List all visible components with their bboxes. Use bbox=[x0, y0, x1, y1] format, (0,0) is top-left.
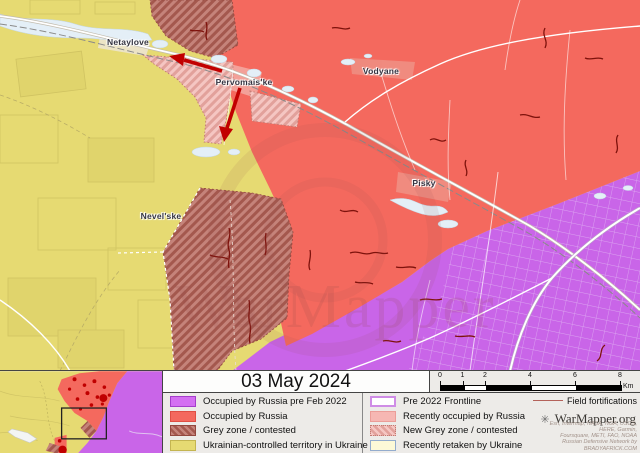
legend-column-meta: Field fortifications ✳ WarMapper.org Esr… bbox=[538, 393, 640, 453]
legend-item-pre2022: Occupied by Russia pre Feb 2022 bbox=[163, 396, 362, 407]
legend-label: New Grey zone / contested bbox=[403, 425, 518, 436]
overview-inset-map bbox=[0, 371, 163, 453]
place-label-pervomaiske: Pervomais'ke bbox=[216, 77, 273, 87]
attribution-line: Russian Defensive Network by BRADYAFRICK… bbox=[538, 439, 637, 452]
legend-swatch-pre2022 bbox=[170, 396, 196, 407]
legend-label: Recently retaken by Ukraine bbox=[403, 440, 522, 451]
date-box: 03 May 2024 bbox=[163, 371, 430, 393]
scale-bar: 0 1 2 4 6 8 Km bbox=[430, 371, 640, 393]
legend-item-frontline: Pre 2022 Frontline bbox=[363, 396, 538, 407]
map-canvas[interactable]: Netaylove Pervomais'ke Vodyane Pisky Nev… bbox=[0, 0, 640, 371]
legend-panel: 03 May 2024 0 1 2 4 6 8 bbox=[0, 370, 640, 453]
legend-column-right: Pre 2022 Frontline Recently occupied by … bbox=[362, 393, 538, 453]
scale-tick: 1 bbox=[461, 372, 465, 379]
legend-label: Occupied by Russia bbox=[203, 411, 287, 422]
legend-swatch-occupied bbox=[170, 411, 196, 422]
legend-column-left: Occupied by Russia pre Feb 2022 Occupied… bbox=[163, 393, 362, 453]
legend-item-new-greyzone: New Grey zone / contested bbox=[363, 425, 538, 436]
legend-label: Pre 2022 Frontline bbox=[403, 396, 481, 407]
scale-tick: 2 bbox=[483, 372, 487, 379]
legend-swatch-retaken bbox=[370, 440, 396, 451]
scale-tick: 0 bbox=[438, 372, 442, 379]
legend-swatch-frontline bbox=[370, 396, 396, 407]
legend-item-fortifications: Field fortifications bbox=[538, 393, 640, 408]
place-label-netaylove: Netaylove bbox=[107, 37, 149, 47]
legend-item-recently-occupied: Recently occupied by Russia bbox=[363, 411, 538, 422]
legend-swatch-ukraine bbox=[170, 440, 196, 451]
place-label-nevelske: Nevel'ske bbox=[141, 211, 182, 221]
legend-label: Occupied by Russia pre Feb 2022 bbox=[203, 396, 347, 407]
warmapper-screenshot: Netaylove Pervomais'ke Vodyane Pisky Nev… bbox=[0, 0, 640, 453]
place-label-vodyane: Vodyane bbox=[363, 66, 399, 76]
legend-item-greyzone: Grey zone / contested bbox=[163, 425, 362, 436]
legend-swatch-recently-occupied bbox=[370, 411, 396, 422]
legend-item-ukraine: Ukrainian-controlled territory in Ukrain… bbox=[163, 440, 362, 451]
legend-label: Recently occupied by Russia bbox=[403, 411, 525, 422]
scale-tick: 8 bbox=[618, 372, 622, 379]
scale-tick: 6 bbox=[573, 372, 577, 379]
attribution-text: Esri, Intermap, NASA, NGA, USGS, HERE, G… bbox=[538, 421, 637, 452]
legend-item-occupied: Occupied by Russia bbox=[163, 411, 362, 422]
legend-label: Grey zone / contested bbox=[203, 425, 296, 436]
scale-tick: 4 bbox=[528, 372, 532, 379]
legend-item-retaken: Recently retaken by Ukraine bbox=[363, 440, 538, 451]
legend-label: Field fortifications bbox=[567, 396, 637, 406]
attribution-line: Esri, Intermap, NASA, NGA, USGS, HERE, G… bbox=[538, 421, 637, 434]
legend-swatch-new-greyzone bbox=[370, 425, 396, 436]
place-label-pisky: Pisky bbox=[412, 178, 435, 188]
scale-bar-segments bbox=[440, 385, 622, 391]
map-date: 03 May 2024 bbox=[241, 371, 351, 393]
legend-swatch-greyzone bbox=[170, 425, 196, 436]
fortification-line-icon bbox=[533, 400, 563, 401]
legend-label: Ukrainian-controlled territory in Ukrain… bbox=[203, 440, 368, 451]
scale-unit: Km bbox=[623, 383, 634, 390]
